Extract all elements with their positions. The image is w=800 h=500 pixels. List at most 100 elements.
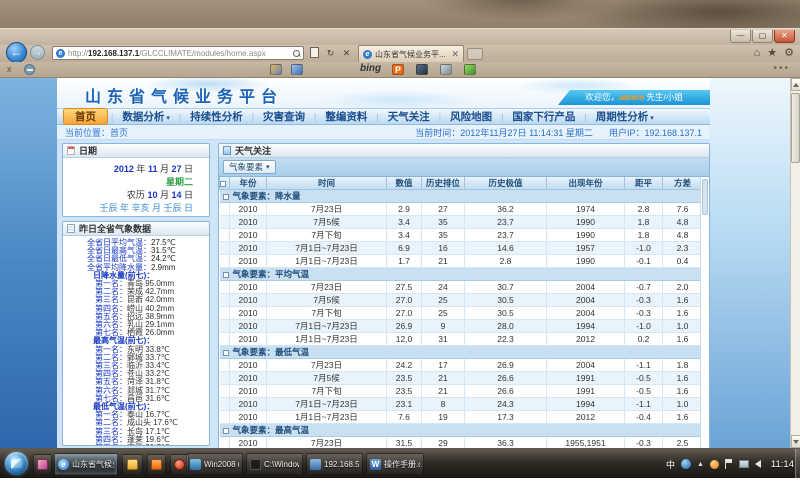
browser-tab[interactable]: e 山东省气候业务平... ✕ — [358, 45, 464, 62]
back-button[interactable]: ← — [6, 42, 27, 63]
cell: 7月下旬 — [267, 307, 387, 320]
favorites-star-icon[interactable]: ★ — [767, 46, 777, 61]
taskbar-window-2[interactable]: C:\Windows\s... — [246, 453, 303, 475]
weather-panel-title: 天气关注 — [235, 144, 271, 157]
toolbar-close-icon[interactable]: x — [7, 64, 12, 74]
close-button[interactable]: ✕ — [774, 30, 795, 43]
user-ip: 用户IP：192.168.137.1 — [609, 126, 702, 139]
group-row-1[interactable]: 气象要素：平均气温 — [220, 268, 703, 281]
column-header-5[interactable]: 出现年份 — [547, 177, 625, 190]
checkbox-icon[interactable] — [223, 194, 229, 200]
tray-orange-icon[interactable] — [710, 460, 719, 469]
taskbar-window-0[interactable]: e山东省气候业务平台 — [54, 453, 118, 475]
nav-item-2[interactable]: 持续性分析 — [181, 108, 252, 125]
mail-icon[interactable] — [291, 64, 303, 75]
taskbar-window-1[interactable]: Win2008 (VS2... — [186, 453, 243, 475]
element-filter-button[interactable]: 气象要素 ▾ — [223, 160, 276, 174]
cell: -1.1 — [625, 398, 663, 411]
binoculars-icon[interactable] — [416, 64, 428, 75]
speaker-icon[interactable] — [755, 460, 761, 468]
tools-gear-icon[interactable]: ⚙ — [784, 46, 794, 61]
page-scrollbar[interactable] — [790, 78, 800, 448]
pinned-folder-button[interactable] — [122, 454, 143, 474]
table-scrollbar-thumb[interactable] — [702, 179, 708, 215]
cell: 4.8 — [663, 229, 703, 242]
refresh-icon[interactable]: ↻ — [324, 46, 337, 60]
page-scrollbar-thumb[interactable] — [791, 93, 800, 163]
group-row-2[interactable]: 气象要素：最低气温 — [220, 346, 703, 359]
blocked-icon[interactable] — [24, 64, 35, 75]
cell: 1.6 — [663, 307, 703, 320]
column-header-0[interactable]: 年份 — [230, 177, 267, 190]
ime-indicator[interactable]: 中 — [666, 458, 675, 471]
table-scrollbar[interactable] — [700, 177, 709, 448]
column-header-3[interactable]: 历史排位 — [422, 177, 465, 190]
nav-item-6[interactable]: 风险地图 — [441, 108, 501, 125]
pinned-media-button[interactable] — [170, 454, 189, 474]
pinned-orange-app-button[interactable] — [147, 454, 166, 474]
nav-item-7[interactable]: 国家下行产品 — [503, 108, 584, 125]
cell: 1.0 — [663, 398, 703, 411]
action-center-flag-icon[interactable] — [725, 459, 733, 469]
checkbox-icon[interactable] — [220, 181, 226, 187]
nav-item-0[interactable]: 首页 — [63, 108, 108, 125]
app-icon — [37, 459, 48, 470]
new-tab-button[interactable] — [467, 48, 483, 60]
baidu-p-icon[interactable]: P — [392, 64, 404, 75]
screen-bottom-margin — [0, 478, 800, 500]
checkbox-icon[interactable] — [223, 428, 229, 434]
tools-icon[interactable] — [440, 64, 452, 75]
column-header-6[interactable]: 距平 — [625, 177, 663, 190]
forward-button[interactable]: → — [30, 45, 45, 60]
nav-item-5[interactable]: 天气关注 — [379, 108, 439, 125]
cell: 7月下旬 — [267, 229, 387, 242]
maximize-button[interactable]: ▢ — [752, 30, 773, 43]
taskbar-clock[interactable]: 11:14 — [771, 459, 794, 470]
more-options-icon[interactable]: ••• — [773, 63, 790, 74]
pinned-app-icon[interactable] — [33, 454, 52, 474]
table-row: 20107月23日31.52936.31955,1951-0.32.5 — [220, 437, 703, 449]
address-bar[interactable]: e http://192.168.137.1/GLCCLIMATE/module… — [52, 46, 304, 60]
column-header-1[interactable]: 时间 — [267, 177, 387, 190]
network-icon[interactable] — [739, 460, 749, 468]
checkbox-icon[interactable] — [223, 350, 229, 356]
scroll-down-icon[interactable] — [791, 435, 800, 448]
select-all-checkbox[interactable] — [220, 177, 230, 190]
bing-logo[interactable]: bing — [360, 63, 381, 74]
tray-app-icon[interactable] — [681, 459, 691, 469]
cell: 23.5 — [387, 385, 422, 398]
system-tray: 中 ▲ 11:14 — [666, 449, 794, 479]
nav-item-3[interactable]: 灾害查询 — [254, 108, 314, 125]
cell: 36.3 — [465, 437, 547, 449]
compatibility-view-icon[interactable] — [310, 47, 319, 58]
taskbar-window-4[interactable]: W操作手册.docx ... — [366, 453, 424, 475]
minimize-button[interactable]: — — [730, 30, 751, 43]
photos-icon[interactable] — [270, 64, 282, 75]
scroll-up-icon[interactable] — [791, 78, 800, 91]
stop-icon[interactable]: ✕ — [340, 46, 353, 60]
taskbar-window-3[interactable]: 192.168.59.99... — [306, 453, 363, 475]
checkbox-icon[interactable] — [223, 272, 229, 278]
folder-icon — [127, 459, 138, 470]
nav-item-1[interactable]: 数据分析▾ — [113, 108, 179, 125]
nav-item-8[interactable]: 周期性分析▾ — [587, 108, 663, 125]
tab-close-icon[interactable]: ✕ — [451, 50, 459, 59]
table-row: 20107月23日24.21726.92004-1.11.8 — [220, 359, 703, 372]
group-row-3[interactable]: 气象要素：最高气温 — [220, 424, 703, 437]
window-controls: — ▢ ✕ — [729, 30, 795, 43]
nav-item-4[interactable]: 整编资料 — [316, 108, 376, 125]
group-row-0[interactable]: 气象要素：降水量 — [220, 190, 703, 203]
page-viewport: 山东省气候业务平台 欢迎您，admin 先生/小姐 首页|数据分析▾|持续性分析… — [0, 78, 800, 448]
translator-icon[interactable] — [464, 64, 476, 75]
column-header-4[interactable]: 历史极值 — [465, 177, 547, 190]
search-icon[interactable] — [293, 50, 300, 57]
column-header-2[interactable]: 数值 — [387, 177, 422, 190]
rank-line: 第五名：文登 20.7℃ — [63, 444, 209, 446]
home-icon[interactable]: ⌂ — [754, 46, 761, 61]
tray-expand-icon[interactable]: ▲ — [697, 461, 704, 468]
cell: 1月1日~7月23日 — [267, 333, 387, 346]
cell: 7月下旬 — [267, 385, 387, 398]
column-header-7[interactable]: 方差 — [663, 177, 703, 190]
start-button[interactable] — [5, 452, 28, 475]
show-desktop-button[interactable] — [795, 449, 800, 479]
